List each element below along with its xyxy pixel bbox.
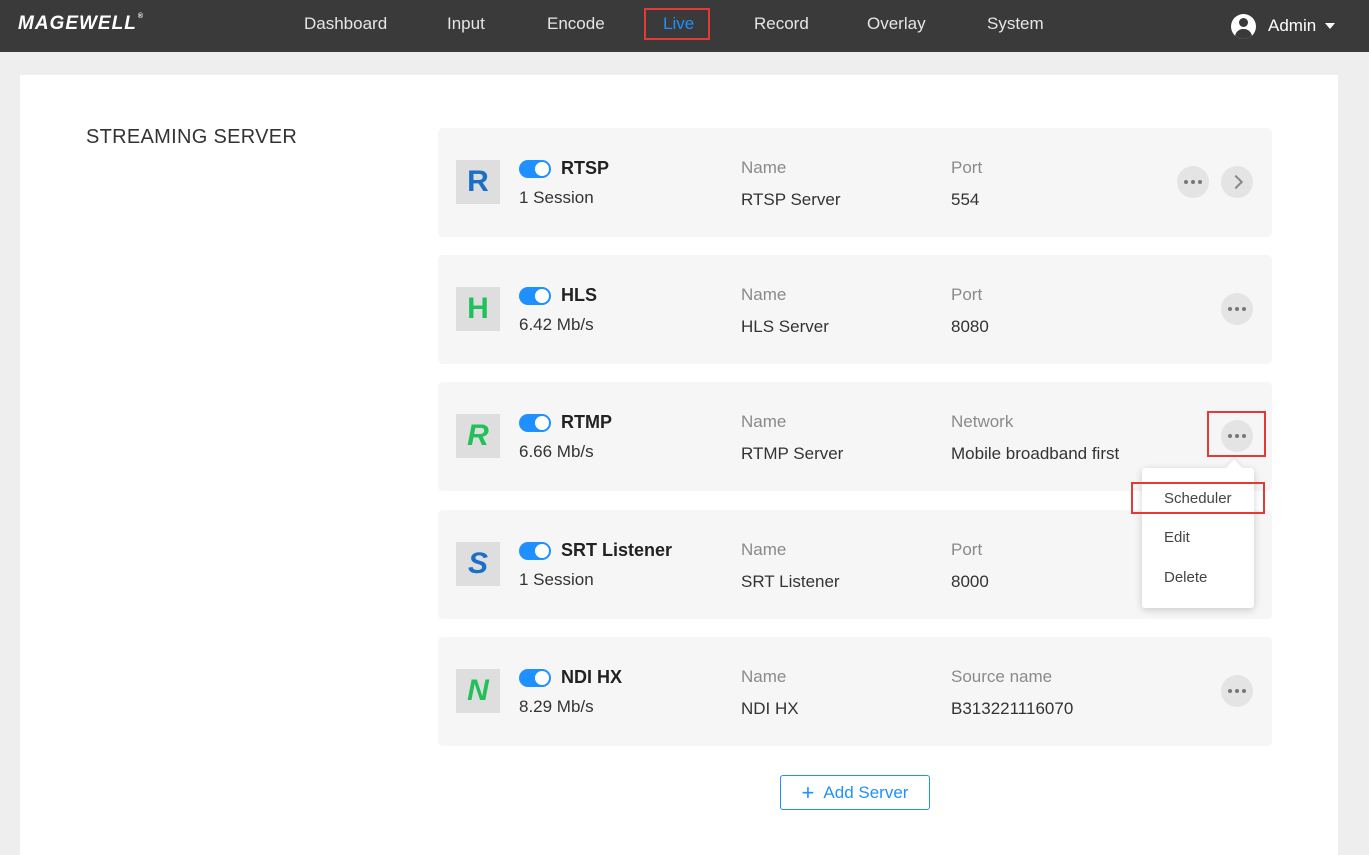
more-dots-icon [1184, 180, 1202, 184]
menu-item-delete[interactable]: Delete [1164, 569, 1207, 586]
more-options-button[interactable] [1221, 293, 1253, 325]
server-enable-toggle[interactable] [519, 414, 551, 432]
server-letter-badge: R [456, 414, 500, 458]
server-card-ndi: N NDI HX 8.29 Mb/s Name NDI HX Source na… [438, 637, 1272, 746]
avatar-icon [1231, 13, 1256, 39]
server-field2-label: Port [951, 285, 983, 304]
server-field2-value: 554 [951, 190, 980, 209]
server-field1-value: RTSP Server [741, 190, 841, 209]
brand-logo[interactable]: MAGEWELL® [18, 13, 144, 35]
nav-record[interactable]: Record [754, 14, 809, 34]
user-name: Admin [1268, 16, 1317, 35]
server-field2-label: Source name [951, 667, 1053, 686]
server-letter-badge: N [456, 669, 500, 713]
server-field1-value: HLS Server [741, 317, 829, 336]
server-field1-value: NDI HX [741, 699, 799, 718]
server-enable-toggle[interactable] [519, 160, 551, 178]
rtmp-more-highlight [1207, 411, 1266, 457]
more-dots-icon [1228, 307, 1246, 311]
brand-logo-text: MAGEWELL [18, 13, 137, 34]
server-field2-value: 8000 [951, 572, 989, 591]
server-field1-label: Name [741, 158, 787, 177]
server-stat: 1 Session [519, 188, 594, 207]
server-field1-label: Name [741, 285, 787, 304]
server-protocol: RTSP [561, 158, 610, 178]
server-field2-label: Port [951, 540, 983, 559]
chevron-right-icon [1228, 174, 1243, 190]
scheduler-highlight [1131, 482, 1265, 514]
server-enable-toggle[interactable] [519, 287, 551, 305]
server-field2-label: Port [951, 158, 983, 177]
top-navbar: MAGEWELL® Dashboard Input Encode Live Re… [0, 0, 1369, 52]
server-protocol: SRT Listener [561, 540, 673, 560]
more-options-button[interactable] [1177, 166, 1209, 198]
server-letter-badge: H [456, 287, 500, 331]
server-letter-badge: S [456, 542, 500, 586]
server-field1-value: SRT Listener [741, 572, 840, 591]
add-server-label: Add Server [823, 782, 909, 802]
server-field2-value: Mobile broadband first [951, 444, 1120, 463]
nav-encode[interactable]: Encode [547, 14, 605, 34]
server-field2-value: 8080 [951, 317, 989, 336]
server-stat: 1 Session [519, 570, 594, 589]
server-field1-label: Name [741, 667, 787, 686]
nav-system[interactable]: System [987, 14, 1044, 34]
more-options-button[interactable] [1221, 675, 1253, 707]
server-enable-toggle[interactable] [519, 542, 551, 560]
server-stat: 6.66 Mb/s [519, 442, 594, 461]
server-field2-label: Network [951, 412, 1014, 431]
server-protocol: RTMP [561, 412, 612, 432]
add-server-button[interactable]: + Add Server [780, 775, 930, 810]
server-field1-label: Name [741, 412, 787, 431]
menu-item-edit[interactable]: Edit [1164, 529, 1190, 546]
brand-logo-mark: ® [137, 13, 144, 20]
server-stat: 6.42 Mb/s [519, 315, 594, 334]
server-letter-badge: R [456, 160, 500, 204]
expand-button[interactable] [1221, 166, 1253, 198]
server-card-rtsp: R RTSP 1 Session Name RTSP Server Port 5… [438, 128, 1272, 237]
user-menu[interactable]: Admin [1231, 13, 1336, 39]
server-stat: 8.29 Mb/s [519, 697, 594, 716]
nav-input[interactable]: Input [447, 14, 485, 34]
nav-overlay[interactable]: Overlay [867, 14, 926, 34]
server-protocol: NDI HX [561, 667, 623, 687]
server-field1-label: Name [741, 540, 787, 559]
server-field1-value: RTMP Server [741, 444, 844, 463]
caret-down-icon [1325, 23, 1336, 29]
plus-icon: + [801, 779, 815, 805]
nav-dashboard[interactable]: Dashboard [304, 14, 387, 34]
server-protocol: HLS [561, 285, 597, 305]
section-title: STREAMING SERVER [86, 126, 298, 148]
server-card-hls: H HLS 6.42 Mb/s Name HLS Server Port 808… [438, 255, 1272, 364]
server-enable-toggle[interactable] [519, 669, 551, 687]
more-dots-icon [1228, 689, 1246, 693]
server-field2-value: B313221116070 [951, 699, 1074, 718]
nav-live-highlight [644, 8, 710, 40]
